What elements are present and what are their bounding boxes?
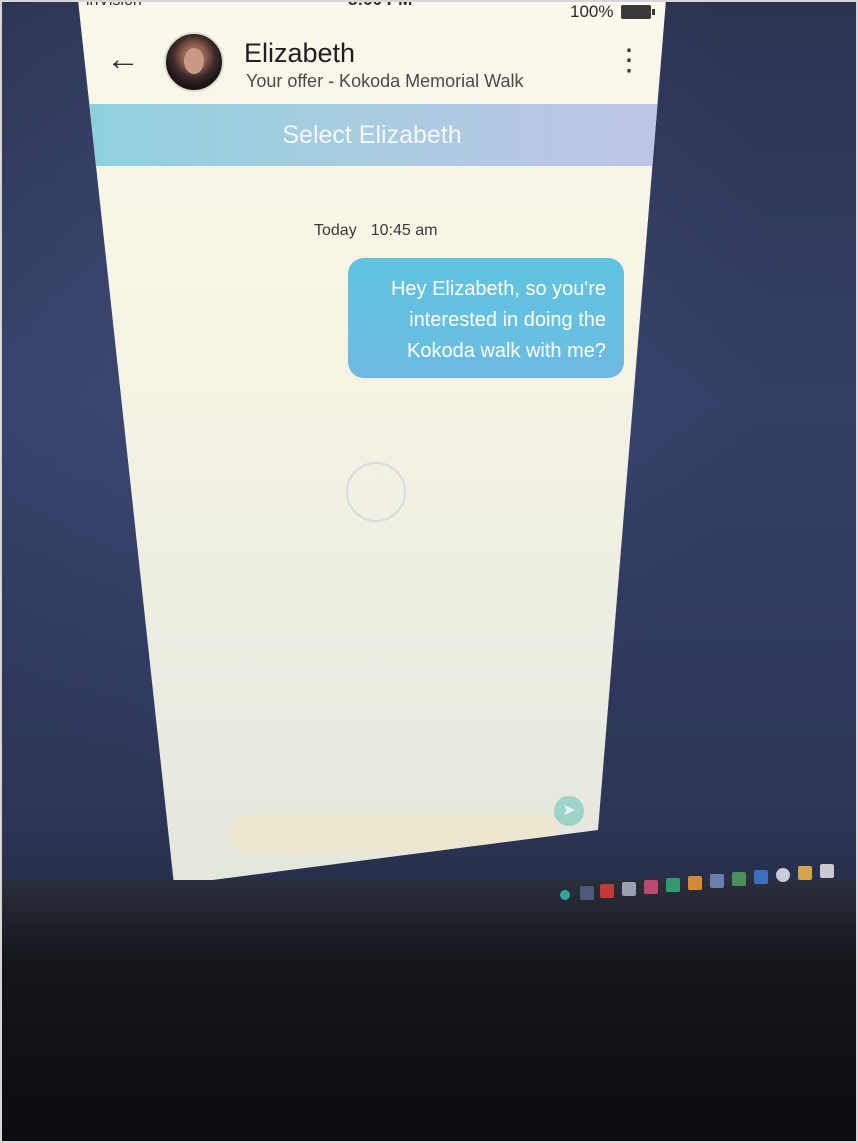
avatar[interactable] bbox=[164, 32, 224, 92]
send-icon: ➤ bbox=[562, 802, 576, 819]
tray-icon[interactable] bbox=[688, 876, 702, 890]
tray-icon[interactable] bbox=[666, 878, 680, 892]
battery-icon bbox=[621, 5, 655, 19]
outgoing-message-bubble: Hey Elizabeth, so you're interested in d… bbox=[348, 258, 624, 378]
status-time: 8:00 PM bbox=[348, 0, 412, 10]
back-button[interactable]: ← bbox=[106, 42, 142, 78]
desktop-taskbar-tray bbox=[550, 848, 850, 900]
arrow-left-icon: ← bbox=[106, 40, 140, 78]
contact-name: Elizabeth bbox=[244, 38, 356, 68]
tray-icon[interactable] bbox=[710, 874, 724, 888]
offer-subtitle: Your offer - Kokoda Memorial Walk bbox=[246, 71, 524, 91]
tray-icon[interactable] bbox=[622, 882, 636, 896]
select-contact-button[interactable]: Select Elizabeth bbox=[84, 104, 660, 166]
timestamp-time: 10:45 am bbox=[370, 222, 438, 239]
more-options-button[interactable]: ⋮ bbox=[614, 46, 644, 90]
monitor-bezel bbox=[0, 880, 858, 1143]
tray-icon[interactable] bbox=[754, 870, 768, 884]
avatar-face bbox=[184, 48, 204, 74]
chat-screen: inVision 8:00 PM 100% ← Elizabeth Your o… bbox=[78, 0, 666, 880]
carrier-label: inVision bbox=[86, 0, 142, 9]
tray-icon[interactable] bbox=[644, 880, 658, 894]
loading-spinner-icon bbox=[346, 462, 406, 522]
timestamp-day: Today bbox=[314, 222, 357, 239]
chat-header: ← Elizabeth Your offer - Kokoda Memorial… bbox=[78, 26, 666, 102]
battery-percent: 100% bbox=[570, 2, 614, 21]
message-input[interactable] bbox=[228, 815, 560, 853]
message-timestamp: Today 10:45 am bbox=[314, 222, 451, 240]
phone-screen: inVision 8:00 PM 100% ← Elizabeth Your o… bbox=[78, 0, 666, 880]
tray-icon[interactable] bbox=[600, 884, 614, 898]
tray-icon[interactable] bbox=[560, 890, 570, 900]
tray-icon[interactable] bbox=[798, 866, 812, 880]
vertical-dots-icon: ⋮ bbox=[614, 44, 644, 77]
tray-icon[interactable] bbox=[776, 868, 790, 882]
tray-icon[interactable] bbox=[580, 886, 594, 900]
tray-icon[interactable] bbox=[732, 872, 746, 886]
tray-icon[interactable] bbox=[820, 864, 834, 878]
status-bar: inVision 8:00 PM 100% bbox=[78, 0, 666, 26]
send-button[interactable]: ➤ bbox=[554, 796, 584, 826]
